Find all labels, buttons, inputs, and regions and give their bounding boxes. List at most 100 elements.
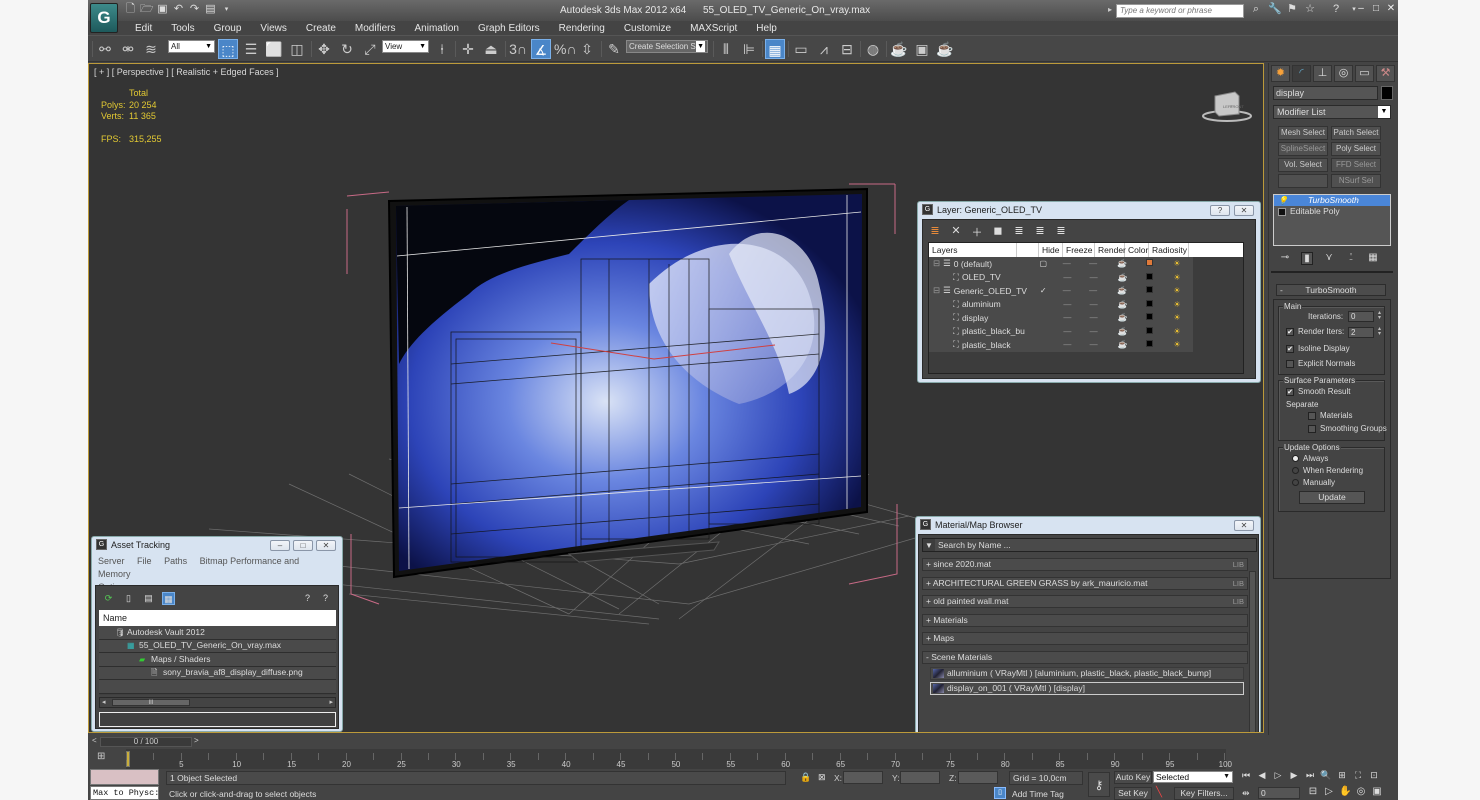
layer-row[interactable]: ⛶ plastic_black_bu — — ☕ ☀ bbox=[929, 324, 1193, 338]
modifier-set-button[interactable]: SplineSelect bbox=[1278, 142, 1328, 156]
reference-coordinate-dropdown[interactable]: View ▼ bbox=[382, 40, 429, 53]
select-by-name-icon[interactable]: ☰ bbox=[241, 39, 261, 59]
iterations-spinner[interactable]: 0 bbox=[1348, 311, 1374, 322]
col-radiosity[interactable]: Radiosity bbox=[1149, 243, 1189, 257]
maxscript-listener-output[interactable] bbox=[90, 769, 159, 785]
freeze-toggle[interactable]: — bbox=[1081, 273, 1107, 282]
help-button[interactable]: ? bbox=[1210, 205, 1230, 216]
active-layer-indicator[interactable]: ▢ bbox=[1033, 259, 1054, 268]
scroll-right-icon[interactable]: ▸ bbox=[329, 698, 333, 706]
zoom-all-icon[interactable]: ⊞ bbox=[1336, 770, 1348, 781]
select-and-link-icon[interactable]: ⚯ bbox=[95, 39, 115, 59]
at-horizontal-scrollbar[interactable]: ◂ III ▸ bbox=[99, 697, 336, 708]
separate-materials-checkbox[interactable] bbox=[1308, 412, 1316, 420]
select-layer-icon[interactable]: ≣ bbox=[1013, 224, 1025, 240]
active-layer-indicator[interactable]: ✓ bbox=[1033, 286, 1054, 295]
update-manually-radio[interactable] bbox=[1292, 479, 1299, 486]
filter-menu-icon[interactable]: ▼ bbox=[923, 541, 935, 550]
radiosity-sun-icon[interactable]: ☀ bbox=[1161, 327, 1193, 336]
minimize-icon[interactable]: – bbox=[1356, 3, 1366, 14]
key-mode-toggle-icon[interactable]: ⇹ bbox=[1242, 788, 1250, 799]
modifier-set-button[interactable]: Poly Select bbox=[1331, 142, 1381, 156]
keyboard-shortcut-override-icon[interactable]: ⏏ bbox=[481, 39, 501, 59]
new-icon[interactable]: 🗋 bbox=[124, 3, 137, 16]
help-icon[interactable]: ? bbox=[1330, 3, 1342, 16]
freeze-toggle[interactable]: — bbox=[1081, 313, 1107, 322]
key-filters-button[interactable]: Key Filters... bbox=[1174, 787, 1234, 800]
mini-curve-editor-icon[interactable]: ⊞ bbox=[97, 751, 111, 764]
restore-button[interactable]: □ bbox=[293, 540, 313, 551]
angle-snap-icon[interactable]: ∡ bbox=[531, 39, 551, 59]
field-of-view-icon[interactable]: ▷ bbox=[1323, 786, 1335, 797]
render-production-icon[interactable]: ☕ bbox=[935, 39, 955, 59]
search-expand-icon[interactable]: ▸ bbox=[1108, 5, 1112, 14]
binoculars-icon[interactable]: ⌕ bbox=[1250, 3, 1262, 16]
render-teapot-icon[interactable]: ☕ bbox=[1106, 286, 1138, 295]
hide-toggle[interactable]: — bbox=[1054, 273, 1080, 282]
layer-row[interactable]: ⛶ aluminium — — ☕ ☀ bbox=[929, 297, 1193, 311]
modifier-set-button[interactable]: FFD Select bbox=[1331, 158, 1381, 172]
previous-frame-icon[interactable]: ◀ bbox=[1256, 770, 1268, 781]
select-objects-in-layer-icon[interactable]: ◼ bbox=[992, 224, 1004, 240]
mb-group-header[interactable]: + Maps bbox=[922, 632, 1248, 645]
color-swatch[interactable] bbox=[1138, 286, 1161, 295]
tree-view-icon[interactable]: ▤ bbox=[142, 592, 155, 605]
radiosity-sun-icon[interactable]: ☀ bbox=[1161, 300, 1193, 309]
menu-group[interactable]: Group bbox=[205, 21, 252, 35]
rendered-frame-window-icon[interactable]: ▣ bbox=[912, 39, 932, 59]
menu-help[interactable]: Help bbox=[747, 21, 787, 35]
project-icon[interactable]: ▤ bbox=[204, 3, 217, 16]
modifier-bulb-icon[interactable]: 💡 bbox=[1278, 195, 1288, 206]
smooth-result-checkbox[interactable]: ✔ bbox=[1286, 388, 1294, 396]
go-to-end-icon[interactable]: ⏭ bbox=[1304, 770, 1316, 781]
delete-layer-icon[interactable]: ✕ bbox=[950, 224, 962, 240]
orbit-icon[interactable]: ◎ bbox=[1355, 786, 1367, 797]
y-coordinate-field[interactable] bbox=[900, 771, 940, 784]
next-frame-icon[interactable]: ▶ bbox=[1288, 770, 1300, 781]
layer-row[interactable]: ⊟ ☰ Generic_OLED_TV ✓ — — ☕ ☀ bbox=[929, 284, 1193, 298]
graphite-ribbon-icon[interactable]: ▭ bbox=[791, 39, 811, 59]
zoom-extents-icon[interactable]: ⛶ bbox=[1352, 770, 1364, 781]
rectangular-selection-icon[interactable]: ⬜ bbox=[264, 39, 284, 59]
col-freeze[interactable]: Freeze bbox=[1063, 243, 1095, 257]
table-view-icon[interactable]: ▦ bbox=[162, 592, 175, 605]
color-swatch[interactable] bbox=[1139, 299, 1162, 309]
modifier-stack-item[interactable]: 💡 TurboSmooth bbox=[1274, 195, 1390, 206]
render-teapot-icon[interactable]: ☕ bbox=[1107, 273, 1139, 282]
col-hide[interactable]: Hide bbox=[1039, 243, 1063, 257]
set-current-layer-icon[interactable]: ≣ bbox=[1034, 224, 1046, 240]
hide-freeze-all-icon[interactable]: ≣ bbox=[1055, 224, 1067, 240]
color-swatch[interactable] bbox=[1139, 272, 1162, 282]
modifier-stack-item[interactable]: Editable Poly bbox=[1274, 206, 1390, 217]
z-coordinate-field[interactable] bbox=[958, 771, 998, 784]
close-icon[interactable]: ✕ bbox=[1386, 3, 1396, 14]
scene-material-item[interactable]: display_on_001 ( VRayMtl ) [display] bbox=[930, 682, 1244, 695]
menu-animation[interactable]: Animation bbox=[405, 21, 468, 35]
freeze-toggle[interactable]: — bbox=[1081, 340, 1107, 349]
display-tab-icon[interactable]: ▭ bbox=[1355, 65, 1374, 82]
render-teapot-icon[interactable]: ☕ bbox=[1106, 259, 1138, 268]
save-icon[interactable]: ▣ bbox=[156, 3, 169, 16]
set-keys-key-icon[interactable]: ⚷ bbox=[1088, 772, 1110, 797]
modifier-set-button[interactable]: Mesh Select bbox=[1278, 126, 1328, 140]
undo-icon[interactable]: ↶ bbox=[172, 3, 185, 16]
spinner-snap-icon[interactable]: ⇳ bbox=[577, 39, 597, 59]
track-bar[interactable]: 5 10 15 20 25 30 35 40 45 50 55 60 65 70 75 80 85 90 95 100 bbox=[126, 749, 1232, 769]
menu-edit[interactable]: Edit bbox=[126, 21, 162, 35]
update-when-rendering-radio[interactable] bbox=[1292, 467, 1299, 474]
hide-toggle[interactable]: — bbox=[1054, 327, 1080, 336]
key-mode-dropdown[interactable]: Selected ▼ bbox=[1153, 771, 1233, 783]
col-color[interactable]: Color bbox=[1125, 243, 1149, 257]
menu-tools[interactable]: Tools bbox=[162, 21, 204, 35]
maximize-viewport-icon[interactable]: ▣ bbox=[1371, 786, 1383, 797]
hide-toggle[interactable]: — bbox=[1054, 300, 1080, 309]
select-manipulate-icon[interactable]: ✛ bbox=[458, 39, 478, 59]
menu-rendering[interactable]: Rendering bbox=[550, 21, 615, 35]
make-unique-icon[interactable]: ⋎ bbox=[1323, 252, 1335, 265]
maxscript-listener-input[interactable]: Max to Physc: bbox=[90, 786, 159, 800]
mb-group-header[interactable]: + since 2020.mat LIB bbox=[922, 558, 1248, 571]
mirror-icon[interactable]: ⫴ bbox=[716, 39, 736, 59]
schematic-view-icon[interactable]: ⊟ bbox=[837, 39, 857, 59]
viewcube-front-face[interactable]: FRONT bbox=[1230, 104, 1244, 109]
update-button[interactable]: Update bbox=[1299, 491, 1365, 504]
